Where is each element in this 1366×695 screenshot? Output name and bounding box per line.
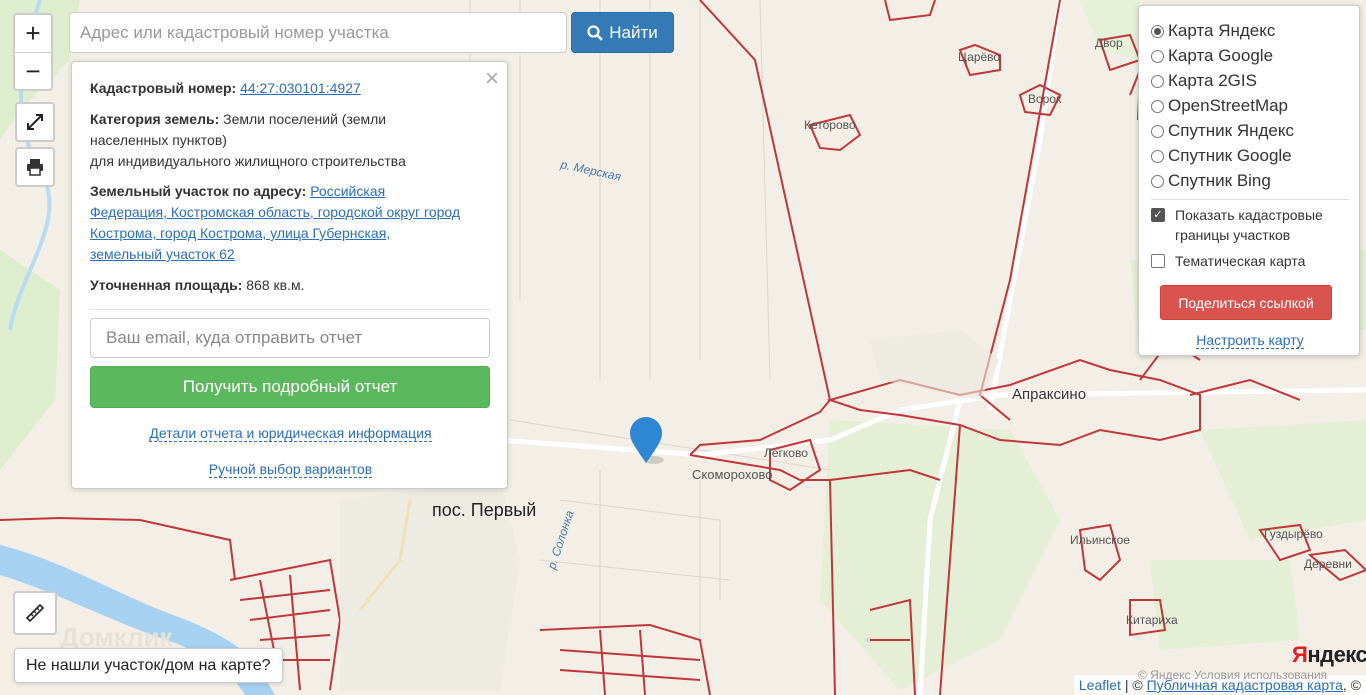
attribution-tail: , © [1342,677,1361,693]
ruler-icon [25,603,45,623]
search-button-label: Найти [609,22,658,42]
share-link-button[interactable]: Поделиться ссылкой [1160,285,1332,320]
parcel-info-popup: × Кадастровый номер: 44:27:030101:4927 К… [71,61,508,489]
yandex-logo: Яндекс [1292,642,1366,667]
search-button[interactable]: Найти [571,12,674,53]
label-apraksino: Апраксино [1012,386,1086,403]
address-row: Земельный участок по адресу: Российская … [90,181,490,265]
label-tsaryovo: Царёво [958,50,1000,64]
label-skomorokhovo: Скоморохово [692,467,773,482]
cadastral-number-link[interactable]: 44:27:030101:4927 [240,80,361,96]
layer-option-2gis-map[interactable]: Карта 2GIS [1151,71,1257,91]
details-link-row: Детали отчета и юридическая информация [72,425,509,442]
cadastral-borders-checkbox[interactable]: ✓ Показать кадастровые границы участков [1151,205,1323,245]
layer-option-label: Спутник Bing [1168,171,1271,190]
get-report-button[interactable]: Получить подробный отчет [90,366,490,408]
radio-icon [1151,74,1164,88]
manual-link-row: Ручной выбор вариантов [72,461,509,478]
area-label: Уточненная площадь: [90,277,243,293]
printer-icon [27,159,43,176]
zoom-control: + − [13,13,53,91]
radio-icon [1151,149,1164,163]
layer-option-label: Карта 2GIS [1168,71,1257,90]
cadastral-number-label: Кадастровый номер: [90,80,237,96]
layer-option-label: Спутник Google [1168,146,1292,165]
address-label: Земельный участок по адресу: [90,183,307,199]
address-link-2[interactable]: Федерация, Костромская область, городско… [90,204,460,220]
setup-link-row: Настроить карту [1139,332,1361,349]
manual-selection-link[interactable]: Ручной выбор вариантов [208,461,373,478]
layer-option-label: Карта Google [1168,46,1274,65]
setup-map-link[interactable]: Настроить карту [1196,332,1304,349]
layer-switcher-panel: Карта Яндекс Карта Google Карта 2GIS Ope… [1138,5,1360,356]
layer-option-label: OpenStreetMap [1168,96,1289,115]
label-guzitsyno: Гуздырёво [1264,527,1323,541]
fullscreen-button[interactable] [15,102,55,142]
land-category-label: Категория земель: [90,111,220,127]
ruler-button[interactable] [13,591,57,635]
label-ilyinskoe: Ильинское [1070,533,1130,547]
area-row: Уточненная площадь: 868 кв.м. [90,275,490,296]
layer-option-google-map[interactable]: Карта Google [1151,46,1273,66]
yandex-terms: © Яндекс Условия использования [1138,668,1328,682]
radio-icon [1151,99,1164,113]
address-link-4[interactable]: земельный участок 62 [90,246,235,262]
address-link-3[interactable]: Кострома, город Кострома, улица Губернск… [90,225,390,241]
forest-area [1150,560,1300,650]
layer-option-yandex-map[interactable]: Карта Яндекс [1151,21,1275,41]
land-category-value-2: населенных пунктов) [90,132,227,148]
label-vorok: Ворок [1028,92,1062,106]
label-ketorovo: Кеторово [804,118,856,132]
layer-option-label: Карта Яндекс [1168,21,1276,40]
layer-option-label: Спутник Яндекс [1168,121,1294,140]
zoom-in-button[interactable]: + [15,15,51,52]
checkbox-checked-icon: ✓ [1151,208,1165,222]
label-dvor: Двор [1095,36,1123,50]
thematic-map-label: Тематическая карта [1175,253,1306,269]
print-button[interactable] [15,147,55,187]
label-kitariha: Китариха [1126,613,1178,627]
label-pos-perviy: пос. Первый [432,500,536,520]
layer-option-yandex-satellite[interactable]: Спутник Яндекс [1151,121,1294,141]
radio-selected-icon [1151,24,1164,38]
land-category-row: Категория земель: Земли поселений (земли… [90,109,490,172]
report-details-link[interactable]: Детали отчета и юридическая информация [149,425,432,442]
layer-option-bing-satellite[interactable]: Спутник Bing [1151,171,1271,191]
expand-icon [27,114,43,130]
layer-option-google-satellite[interactable]: Спутник Google [1151,146,1292,166]
label-legkovo: Легково [764,446,808,460]
leaflet-link[interactable]: Leaflet [1079,677,1121,693]
layer-option-osm[interactable]: OpenStreetMap [1151,96,1288,116]
thematic-map-checkbox[interactable]: Тематическая карта [1151,251,1305,271]
land-category-value-1: Земли поселений (земли [223,111,387,127]
divider [1151,199,1349,200]
cadastral-number-row: Кадастровый номер: 44:27:030101:4927 [90,78,490,99]
land-category-value-3: для индивидуального жилищного строительс… [90,153,406,169]
not-found-button[interactable]: Не нашли участок/дом на карте? [14,648,283,683]
radio-icon [1151,124,1164,138]
cadastral-borders-label: Показать кадастровые границы участков [1175,207,1323,243]
divider [90,309,490,310]
radio-icon [1151,174,1164,188]
area-value: 868 кв.м. [246,277,305,293]
checkbox-icon [1151,254,1165,268]
radio-icon [1151,49,1164,63]
label-derevni: Деревни [1304,557,1352,571]
search-input[interactable] [69,12,567,53]
search-icon [587,24,604,41]
address-link-1[interactable]: Российская [310,183,385,199]
zoom-out-button[interactable]: − [15,52,51,90]
email-input[interactable] [90,318,490,358]
